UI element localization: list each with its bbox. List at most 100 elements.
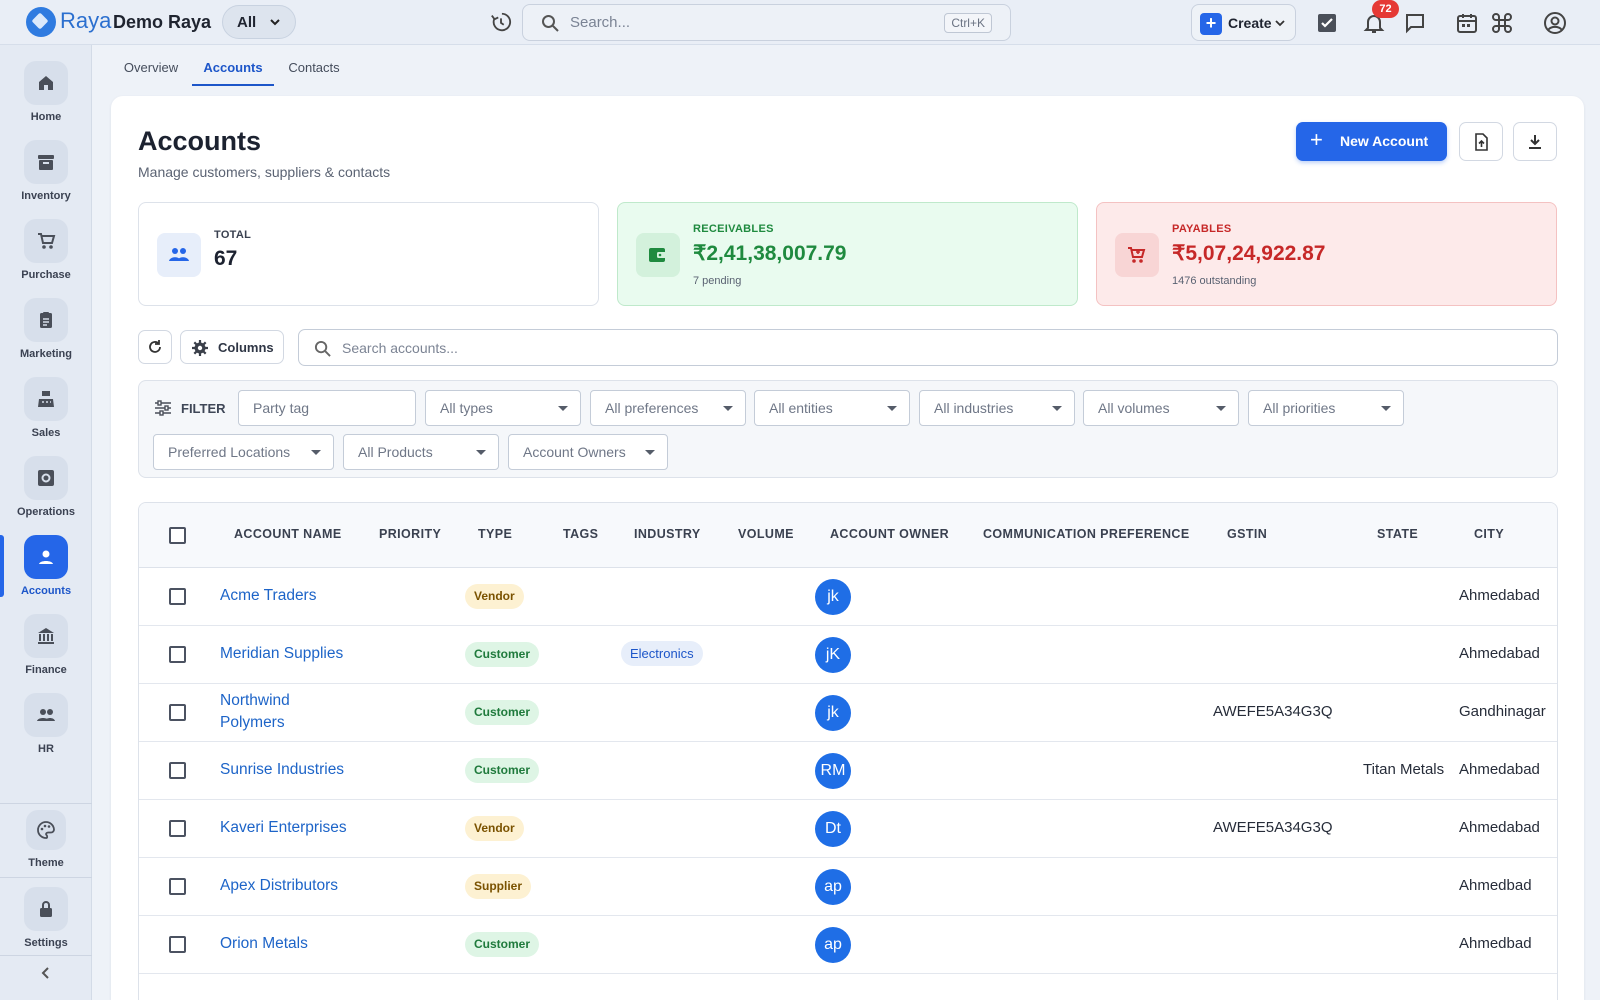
owner-avatar[interactable]: ap bbox=[815, 927, 851, 963]
col-industry[interactable]: INDUSTRY bbox=[634, 527, 701, 541]
main-card: Accounts Manage customers, suppliers & c… bbox=[111, 96, 1584, 1000]
account-name-link[interactable]: Orion Metals bbox=[220, 933, 308, 955]
owner-avatar[interactable]: jk bbox=[815, 579, 851, 615]
chat-icon[interactable] bbox=[1403, 11, 1427, 35]
command-icon[interactable] bbox=[1490, 11, 1514, 35]
row-checkbox[interactable] bbox=[169, 878, 186, 895]
accounts-search-input[interactable] bbox=[342, 338, 1542, 358]
owner-avatar[interactable]: Dt bbox=[815, 811, 851, 847]
account-name-link[interactable]: Meridian Supplies bbox=[220, 643, 343, 665]
org-name: Demo Raya bbox=[113, 12, 212, 32]
entity-filter-select[interactable]: All entities bbox=[754, 390, 910, 426]
account-name-link[interactable]: Acme Traders bbox=[220, 585, 316, 607]
stat-payables-label: PAYABLES bbox=[1172, 223, 1232, 235]
owner-avatar[interactable]: RM bbox=[815, 753, 851, 789]
calendar-icon[interactable] bbox=[1455, 11, 1479, 35]
table-row[interactable]: Apex Distributors Supplier ap Ahmedbad bbox=[139, 858, 1557, 916]
preference-filter-select[interactable]: All preferences bbox=[590, 390, 746, 426]
create-button[interactable]: + Create bbox=[1191, 4, 1296, 41]
col-account-name[interactable]: ACCOUNT NAME bbox=[234, 527, 342, 541]
refresh-icon bbox=[149, 340, 161, 353]
history-icon[interactable] bbox=[490, 11, 512, 33]
sidebar-item-purchase[interactable]: Purchase bbox=[0, 219, 92, 293]
import-button[interactable] bbox=[1459, 122, 1503, 161]
col-type[interactable]: TYPE bbox=[478, 527, 512, 541]
owner-filter-select[interactable]: Account Owners bbox=[508, 434, 668, 470]
account-name-link[interactable]: Kaveri Enterprises bbox=[220, 817, 347, 839]
table-row[interactable]: Orion Metals Customer ap Ahmedbad bbox=[139, 916, 1557, 974]
party-tag-input[interactable]: Party tag bbox=[238, 390, 416, 426]
table-row[interactable]: Meridian Supplies Customer Electronics j… bbox=[139, 626, 1557, 684]
sidebar-item-sales[interactable]: Sales bbox=[0, 377, 92, 451]
row-checkbox[interactable] bbox=[169, 588, 186, 605]
row-checkbox[interactable] bbox=[169, 936, 186, 953]
account-circle-icon[interactable] bbox=[1543, 11, 1567, 35]
row-checkbox[interactable] bbox=[169, 646, 186, 663]
caret-down-icon bbox=[1052, 406, 1062, 411]
refresh-button[interactable] bbox=[138, 330, 172, 364]
sidebar-item-marketing[interactable]: Marketing bbox=[0, 298, 92, 372]
table-row[interactable]: Sunrise Industries Customer RM Titan Met… bbox=[139, 742, 1557, 800]
sidebar-item-hr[interactable]: HR bbox=[0, 693, 92, 767]
tab-overview[interactable]: Overview bbox=[110, 52, 192, 86]
select-all-checkbox[interactable] bbox=[169, 527, 186, 544]
people-icon bbox=[24, 693, 68, 737]
scope-dropdown[interactable]: All bbox=[222, 5, 296, 39]
table-row[interactable]: Acme Traders Vendor jk Ahmedabad bbox=[139, 568, 1557, 626]
col-city[interactable]: CITY bbox=[1474, 527, 1504, 541]
table-row[interactable]: Kaveri Enterprises Vendor Dt AWEFE5A34G3… bbox=[139, 800, 1557, 858]
owner-avatar[interactable]: ap bbox=[815, 869, 851, 905]
account-name-link[interactable]: Apex Distributors bbox=[220, 875, 338, 897]
stat-receivables: RECEIVABLES ₹2,41,38,007.79 7 pending bbox=[617, 202, 1078, 306]
col-communication-preference[interactable]: COMMUNICATION PREFERENCE bbox=[983, 527, 1190, 541]
sidebar-item-finance[interactable]: Finance bbox=[0, 614, 92, 688]
col-account-owner[interactable]: ACCOUNT OWNER bbox=[830, 527, 949, 541]
party-tag-placeholder: Party tag bbox=[253, 400, 310, 416]
tab-contacts[interactable]: Contacts bbox=[274, 52, 354, 86]
col-tags[interactable]: TAGS bbox=[563, 527, 598, 541]
row-checkbox[interactable] bbox=[169, 704, 186, 721]
tab-accounts[interactable]: Accounts bbox=[192, 52, 274, 86]
city-cell: Ahmedbad bbox=[1459, 935, 1532, 952]
location-filter-select[interactable]: Preferred Locations bbox=[153, 434, 334, 470]
product-filter-select[interactable]: All Products bbox=[343, 434, 499, 470]
volume-filter-select[interactable]: All volumes bbox=[1083, 390, 1239, 426]
select-value: All entities bbox=[769, 400, 833, 416]
table-row[interactable]: Northwind Polymers Customer jk AWEFE5A34… bbox=[139, 684, 1557, 742]
type-filter-select[interactable]: All types bbox=[425, 390, 581, 426]
global-search[interactable]: Search... Ctrl+K bbox=[522, 4, 1011, 41]
row-checkbox[interactable] bbox=[169, 820, 186, 837]
owner-avatar[interactable]: jK bbox=[815, 637, 851, 673]
columns-button[interactable]: Columns bbox=[180, 330, 284, 364]
tasks-icon[interactable] bbox=[1315, 11, 1339, 35]
gstin-cell: AWEFE5A34G3Q bbox=[1213, 703, 1333, 720]
account-name-link-line2[interactable]: Polymers bbox=[220, 712, 285, 734]
stat-total: TOTAL 67 bbox=[138, 202, 599, 306]
sidebar-item-operations[interactable]: Operations bbox=[0, 456, 92, 530]
priority-filter-select[interactable]: All priorities bbox=[1248, 390, 1404, 426]
col-state[interactable]: STATE bbox=[1377, 527, 1418, 541]
sidebar-item-settings[interactable]: Settings bbox=[0, 887, 92, 961]
caret-down-icon bbox=[311, 450, 321, 455]
download-button[interactable] bbox=[1513, 122, 1557, 161]
col-priority[interactable]: PRIORITY bbox=[379, 527, 441, 541]
col-volume[interactable]: VOLUME bbox=[738, 527, 794, 541]
row-checkbox[interactable] bbox=[169, 762, 186, 779]
raya-logo-icon[interactable] bbox=[26, 7, 56, 37]
download-icon bbox=[1529, 134, 1541, 149]
chevron-left-icon[interactable] bbox=[36, 963, 56, 983]
sidebar-item-home[interactable]: Home bbox=[0, 61, 92, 135]
new-account-button[interactable]: + New Account bbox=[1296, 122, 1447, 161]
sidebar-item-theme[interactable]: Theme bbox=[0, 810, 92, 884]
account-name-link[interactable]: Northwind bbox=[220, 690, 290, 712]
brand-name[interactable]: Raya bbox=[60, 8, 111, 34]
stat-payables-value: ₹5,07,24,922.87 bbox=[1172, 242, 1326, 265]
caret-down-icon bbox=[1216, 406, 1226, 411]
sidebar-item-accounts[interactable]: Accounts bbox=[0, 535, 92, 609]
chevron-down-icon bbox=[1275, 20, 1285, 27]
sidebar-item-inventory[interactable]: Inventory bbox=[0, 140, 92, 214]
owner-avatar[interactable]: jk bbox=[815, 695, 851, 731]
col-gstin[interactable]: GSTIN bbox=[1227, 527, 1267, 541]
account-name-link[interactable]: Sunrise Industries bbox=[220, 759, 344, 781]
industry-filter-select[interactable]: All industries bbox=[919, 390, 1075, 426]
